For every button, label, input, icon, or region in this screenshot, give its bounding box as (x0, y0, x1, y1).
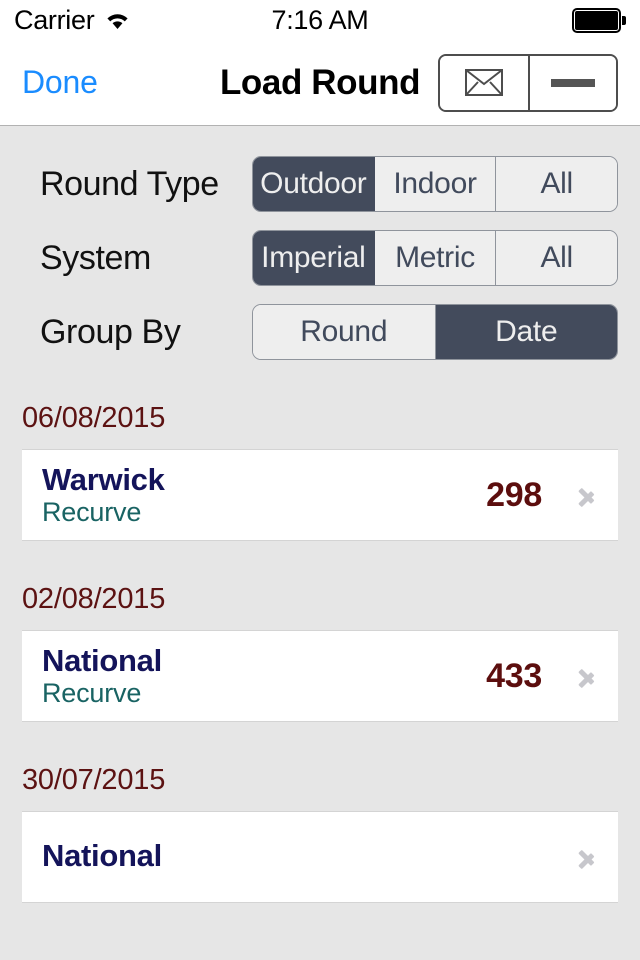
list-item-subtitle: Recurve (42, 678, 142, 709)
filter-label-system: System (40, 238, 151, 277)
list-group: 02/08/2015 National Recurve 433 (0, 583, 640, 722)
segmented-control-system: Imperial Metric All (252, 230, 618, 286)
filter-row-round-type: Round Type Outdoor Indoor All (40, 156, 618, 212)
filter-section: Round Type Outdoor Indoor All System Imp… (0, 126, 640, 360)
done-button[interactable]: Done (22, 64, 98, 101)
wifi-icon (104, 10, 131, 30)
list-item-subtitle: Recurve (42, 497, 142, 528)
mail-button[interactable] (440, 55, 528, 110)
segmented-control-round-type: Outdoor Indoor All (252, 156, 618, 212)
list-group: 30/07/2015 National (0, 764, 640, 903)
list-item-title: Warwick (42, 461, 165, 497)
segment-round-type-all[interactable]: All (495, 157, 617, 211)
list-item-score: 298 (486, 475, 542, 514)
list-item-text: Warwick Recurve (42, 461, 486, 528)
status-bar: Carrier 7:16 AM (0, 0, 640, 40)
filter-label-round-type: Round Type (40, 164, 219, 203)
segment-metric[interactable]: Metric (373, 231, 496, 285)
segment-system-all[interactable]: All (495, 231, 617, 285)
filter-row-system: System Imperial Metric All (40, 230, 618, 286)
chevron-right-icon (578, 479, 596, 511)
nav-segmented-control (438, 53, 618, 112)
chevron-right-icon (578, 841, 596, 873)
segment-date[interactable]: Date (434, 305, 617, 359)
chevron-right-icon (578, 660, 596, 692)
group-date-header: 02/08/2015 (22, 583, 166, 615)
list-item-text: National (42, 837, 542, 875)
list-card: National (22, 811, 618, 903)
segment-imperial[interactable]: Imperial (253, 231, 374, 285)
minus-button[interactable] (528, 55, 616, 110)
segment-outdoor[interactable]: Outdoor (253, 157, 374, 211)
list-item-title: National (42, 837, 162, 873)
carrier-label: Carrier (14, 4, 95, 35)
list-item[interactable]: National Recurve 433 (22, 631, 618, 721)
list-item-title: National (42, 642, 162, 678)
segment-round[interactable]: Round (253, 305, 435, 359)
rounds-list: 06/08/2015 Warwick Recurve 298 02/08/201… (0, 402, 640, 903)
nav-bar: Done Load Round (0, 40, 640, 126)
filter-row-group-by: Group By Round Date (40, 304, 618, 360)
envelope-icon (465, 69, 503, 96)
status-bar-right (572, 7, 626, 33)
group-date-header: 30/07/2015 (22, 764, 166, 796)
list-item-score: 433 (486, 656, 542, 695)
list-card: Warwick Recurve 298 (22, 449, 618, 541)
app-screen: Carrier 7:16 AM Done Load Round Round Ty… (0, 0, 640, 960)
segmented-control-group-by: Round Date (252, 304, 618, 360)
list-item[interactable]: National (22, 812, 618, 902)
status-bar-left: Carrier (14, 5, 131, 36)
list-card: National Recurve 433 (22, 630, 618, 722)
segment-indoor[interactable]: Indoor (373, 157, 496, 211)
group-date-header: 06/08/2015 (22, 402, 166, 434)
minus-icon (551, 78, 595, 87)
list-group: 06/08/2015 Warwick Recurve 298 (0, 402, 640, 541)
filter-label-group-by: Group By (40, 312, 181, 351)
battery-icon (572, 7, 626, 33)
list-item[interactable]: Warwick Recurve 298 (22, 450, 618, 540)
list-item-text: National Recurve (42, 642, 486, 709)
